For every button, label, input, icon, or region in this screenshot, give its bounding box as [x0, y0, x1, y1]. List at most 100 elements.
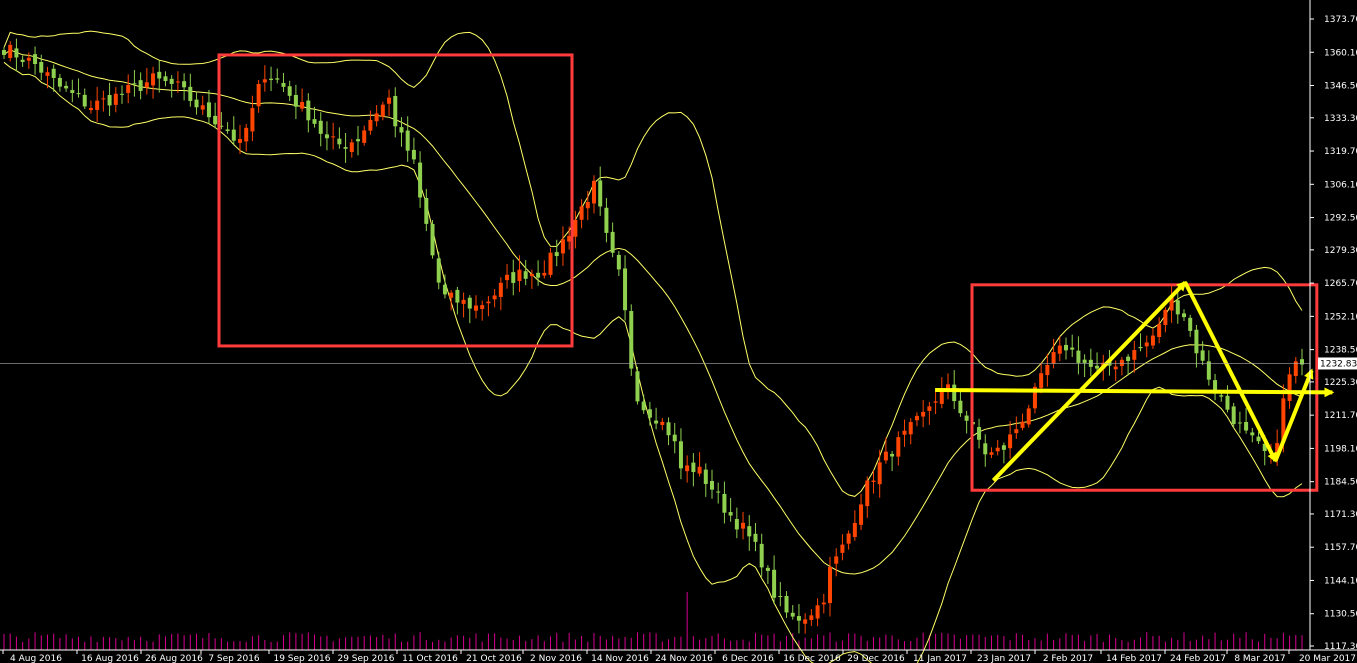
- candle: [51, 64, 56, 92]
- candle: [1001, 442, 1006, 464]
- candle: [1163, 307, 1168, 333]
- candle: [1250, 427, 1255, 443]
- candle: [983, 434, 988, 467]
- trend-arrow-4[interactable]: [935, 387, 1335, 398]
- candle: [132, 70, 137, 97]
- candle: [660, 417, 665, 430]
- candle: [1293, 357, 1298, 384]
- y-tick-label: 1252.10: [1324, 312, 1357, 322]
- candle: [57, 73, 62, 92]
- candle: [517, 255, 522, 292]
- candle: [95, 86, 100, 122]
- candle: [113, 87, 118, 113]
- candle: [1188, 314, 1193, 337]
- x-tick-label: 29 Dec 2016: [847, 654, 905, 663]
- price-chart[interactable]: 1373.70 1360.10 1346.50 1333.30 1319.70 1306.…: [0, 0, 1357, 663]
- candle: [343, 133, 348, 163]
- y-tick-label: 1333.30: [1324, 114, 1357, 124]
- candle: [604, 198, 609, 243]
- y-tick-label: 1225.30: [1324, 378, 1357, 388]
- candle: [107, 82, 112, 116]
- candle: [213, 102, 218, 129]
- candle: [883, 437, 888, 464]
- candle: [306, 93, 311, 133]
- candle: [14, 38, 19, 72]
- candle: [169, 75, 174, 98]
- candle: [1150, 328, 1155, 349]
- candle: [374, 105, 379, 127]
- candle: [678, 428, 683, 480]
- y-tick-label: 1306.10: [1324, 180, 1357, 190]
- candle: [231, 116, 236, 146]
- candle: [896, 431, 901, 466]
- candle: [1157, 317, 1162, 344]
- candle: [623, 255, 628, 321]
- x-tick-label: 19 Sep 2016: [273, 654, 330, 663]
- candle: [759, 533, 764, 577]
- candle: [784, 591, 789, 618]
- x-tick-label: 7 Sep 2016: [208, 654, 260, 663]
- y-tick-label: 1265.70: [1324, 279, 1357, 289]
- x-tick-label: 29 Sep 2016: [337, 654, 394, 663]
- candle: [654, 407, 659, 430]
- candle: [2, 47, 6, 60]
- candle: [498, 277, 503, 311]
- candle: [734, 507, 739, 539]
- candle: [82, 88, 87, 109]
- candle: [188, 73, 193, 107]
- candle: [157, 60, 162, 93]
- x-tick-label: 23 Jan 2017: [977, 654, 1031, 663]
- candle: [1244, 408, 1249, 434]
- candle: [362, 125, 367, 146]
- candle: [418, 151, 423, 208]
- trend-arrow-3[interactable]: [1273, 368, 1314, 462]
- candle: [1014, 416, 1019, 439]
- candle: [1088, 348, 1093, 377]
- x-tick-label: 11 Jan 2017: [913, 654, 967, 663]
- candle: [710, 469, 714, 499]
- x-tick-label: 16 Aug 2016: [81, 654, 139, 663]
- candle: [1045, 353, 1050, 387]
- candle: [293, 84, 298, 120]
- candle: [933, 391, 938, 414]
- candle: [101, 90, 106, 112]
- candle: [120, 85, 124, 104]
- candle: [511, 259, 516, 296]
- candle: [1119, 356, 1124, 376]
- candle: [1175, 292, 1180, 324]
- candle: [921, 400, 926, 428]
- candle: [840, 534, 845, 561]
- candle: [1300, 348, 1304, 376]
- candle: [753, 523, 758, 552]
- candle: [796, 604, 801, 634]
- bollinger-bands: [3, 30, 1303, 663]
- candle: [1237, 411, 1242, 434]
- candle: [821, 593, 826, 614]
- x-tick-label: 6 Dec 2016: [722, 654, 774, 663]
- candle: [914, 412, 919, 427]
- candle: [411, 137, 416, 164]
- candle: [200, 95, 205, 115]
- y-tick-label: 1157.70: [1324, 543, 1357, 553]
- trend-arrow-1[interactable]: [991, 280, 1187, 482]
- candle: [846, 530, 851, 550]
- candle: [852, 510, 857, 541]
- candle: [523, 260, 528, 286]
- candle: [424, 188, 429, 232]
- candle: [722, 481, 727, 524]
- candle: [225, 122, 230, 134]
- candle: [1287, 367, 1292, 409]
- candle: [560, 226, 565, 266]
- candle: [728, 498, 733, 522]
- y-tick-label: 1130.50: [1324, 610, 1357, 620]
- x-tick-label: 26 Aug 2016: [145, 654, 203, 663]
- candle: [194, 91, 199, 115]
- candle: [803, 613, 808, 634]
- x-tick-label: 2 Feb 2017: [1043, 654, 1093, 663]
- x-tick-label: 24 Feb 2017: [1170, 654, 1226, 663]
- candle: [505, 264, 510, 289]
- axes: 1373.70 1360.10 1346.50 1333.30 1319.70 1306.…: [0, 0, 1357, 663]
- x-tick-label: 8 Mar 2017: [1234, 654, 1285, 663]
- candle: [902, 419, 907, 447]
- candle: [467, 295, 472, 324]
